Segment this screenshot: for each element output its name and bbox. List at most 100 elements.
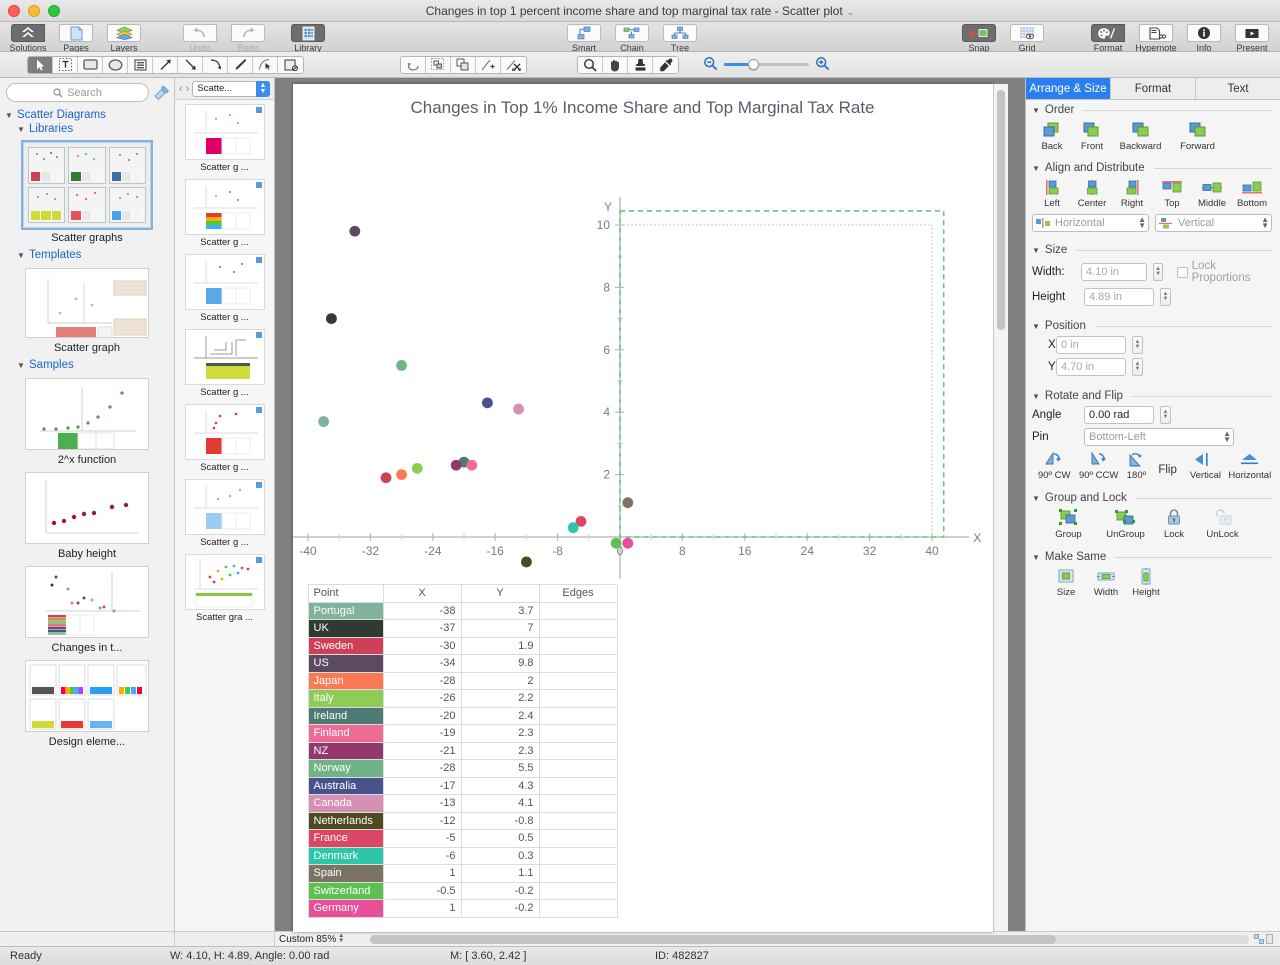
duplicate-tool[interactable]: [451, 56, 476, 73]
toolbar-button-redo[interactable]: Redo: [224, 22, 272, 53]
page-item[interactable]: Scatter g ...: [175, 179, 274, 248]
toolbar-button-hypernote[interactable]: Hypernote: [1132, 22, 1180, 53]
flip-horizontal-button[interactable]: Horizontal: [1228, 450, 1272, 481]
sample-item-design-elements[interactable]: Design eleme...: [0, 660, 174, 748]
cell-x[interactable]: -34: [382, 654, 462, 673]
cell-point[interactable]: Finland: [307, 724, 384, 743]
zoom-level-select[interactable]: Custom 85% ▲ ▼: [275, 933, 365, 945]
cell-edges[interactable]: [538, 601, 618, 620]
toolbar-button-layers[interactable]: Layers: [100, 22, 148, 53]
rectangle-tool[interactable]: [78, 56, 103, 73]
align-left-button[interactable]: Left: [1032, 178, 1072, 209]
scatter-point[interactable]: [520, 556, 532, 568]
scatter-point[interactable]: [465, 459, 477, 471]
cell-x[interactable]: -30: [382, 636, 462, 655]
canvas-horizontal-scrollbar[interactable]: [370, 934, 1249, 944]
scatter-point[interactable]: [621, 537, 633, 549]
cell-point[interactable]: Netherlands: [307, 811, 384, 830]
cell-x[interactable]: -12: [382, 811, 462, 830]
table-tool[interactable]: [128, 56, 153, 73]
minimize-window-button[interactable]: [28, 4, 40, 17]
cell-edges[interactable]: [538, 619, 618, 638]
tab-format[interactable]: Format: [1111, 78, 1196, 99]
position-y-input[interactable]: 4.70 in: [1056, 358, 1126, 376]
tree-item-libraries[interactable]: ▼ Libraries: [0, 122, 174, 136]
angle-stepper[interactable]: ▲ ▼: [1160, 406, 1171, 424]
cell-edges[interactable]: [538, 899, 618, 918]
scatter-graphs-thumbnail[interactable]: [21, 140, 153, 230]
eyedropper-tool[interactable]: [653, 56, 678, 73]
cell-y[interactable]: 2.4: [460, 706, 540, 725]
toolbar-button-grid[interactable]: Grid: [1003, 22, 1051, 53]
cell-point[interactable]: US: [307, 654, 384, 673]
cell-point[interactable]: Switzerland: [307, 881, 384, 900]
search-input[interactable]: Search: [6, 83, 149, 102]
table-row[interactable]: Netherlands -12 -0.8: [307, 811, 618, 830]
make-same-size-button[interactable]: Size: [1046, 567, 1086, 598]
column-header-x[interactable]: X: [382, 584, 462, 603]
zoom-slider[interactable]: [724, 59, 809, 70]
flip-vertical-button[interactable]: Vertical: [1183, 450, 1227, 481]
scatter-point[interactable]: [348, 225, 360, 237]
cell-edges[interactable]: [538, 846, 618, 865]
document-page[interactable]: Changes in Top 1% Income Share and Top M…: [292, 84, 993, 932]
library-thumbnail-item[interactable]: Scatter graphs: [0, 140, 174, 244]
scatter-point[interactable]: [567, 522, 579, 534]
cell-edges[interactable]: [538, 829, 618, 848]
cell-y[interactable]: 1.9: [460, 636, 540, 655]
page-item[interactable]: Scatter g ...: [175, 404, 274, 473]
page-item[interactable]: Scatter g ...: [175, 254, 274, 323]
maximize-window-button[interactable]: [48, 4, 60, 17]
cell-point[interactable]: Sweden: [307, 636, 384, 655]
zoom-in-icon[interactable]: [815, 56, 830, 74]
table-row[interactable]: Denmark -6 0.3: [307, 846, 618, 865]
cell-point[interactable]: Portugal: [307, 601, 384, 620]
height-stepper[interactable]: ▲ ▼: [1160, 288, 1171, 306]
cell-x[interactable]: -5: [382, 829, 462, 848]
cell-edges[interactable]: [538, 794, 618, 813]
table-row[interactable]: Canada -13 4.1: [307, 794, 618, 813]
scatter-point[interactable]: [317, 416, 329, 427]
distribute-vertical-select[interactable]: Vertical ▲ ▼: [1155, 214, 1272, 232]
scatter-point[interactable]: [325, 313, 337, 324]
disclosure-triangle-icon[interactable]: ▼: [1032, 392, 1040, 401]
table-row[interactable]: France -5 0.5: [307, 829, 618, 848]
cell-edges[interactable]: [538, 636, 618, 655]
tree-item-scatter-diagrams[interactable]: ▼ Scatter Diagrams: [0, 108, 174, 122]
disclosure-triangle-icon[interactable]: ▼: [1032, 553, 1040, 562]
template-item[interactable]: Scatter graph: [0, 268, 174, 354]
disclosure-triangle-icon[interactable]: ▼: [1032, 322, 1040, 331]
scatter-point[interactable]: [450, 459, 462, 471]
table-row[interactable]: Ireland -20 2.4: [307, 706, 618, 725]
cell-edges[interactable]: [538, 706, 618, 725]
add-point-tool[interactable]: [476, 56, 501, 73]
cell-x[interactable]: 1: [382, 864, 462, 883]
toolbar-button-pages[interactable]: Pages: [52, 22, 100, 53]
scatter-point[interactable]: [411, 462, 423, 474]
cell-point[interactable]: Ireland: [307, 706, 384, 725]
cell-x[interactable]: -6: [382, 846, 462, 865]
scatter-point[interactable]: [380, 472, 391, 484]
page-selector[interactable]: Scatte... ▲ ▼: [192, 80, 270, 97]
scatter-point[interactable]: [395, 360, 407, 371]
column-header-point[interactable]: Point: [307, 584, 384, 603]
cell-edges[interactable]: [538, 864, 618, 883]
table-row[interactable]: UK -37 7: [307, 619, 618, 638]
order-back-button[interactable]: Back: [1032, 120, 1072, 152]
ellipse-tool[interactable]: [103, 56, 128, 73]
cell-y[interactable]: -0.2: [460, 899, 540, 918]
pen-tool[interactable]: [228, 56, 253, 73]
tab-arrange-and-size[interactable]: Arrange & Size: [1026, 78, 1111, 99]
sample-item-changes-in-top[interactable]: Changes in t...: [0, 566, 174, 654]
toolbar-button-format[interactable]: Format: [1084, 22, 1132, 53]
tab-text[interactable]: Text: [1196, 78, 1280, 99]
data-table[interactable]: Point X Y Edges Portugal -38 3.7 UK -37 7 Swed…: [307, 584, 618, 918]
cell-y[interactable]: 2.2: [460, 689, 540, 708]
cell-point[interactable]: Norway: [307, 759, 384, 778]
table-row[interactable]: Italy -26 2.2: [307, 689, 618, 708]
cell-y[interactable]: -0.8: [460, 811, 540, 830]
disclosure-triangle-icon[interactable]: ▼: [1032, 164, 1040, 173]
table-row[interactable]: Australia -17 4.3: [307, 776, 618, 795]
cell-y[interactable]: 7: [460, 619, 540, 638]
page-item[interactable]: Scatter g ...: [175, 479, 274, 548]
